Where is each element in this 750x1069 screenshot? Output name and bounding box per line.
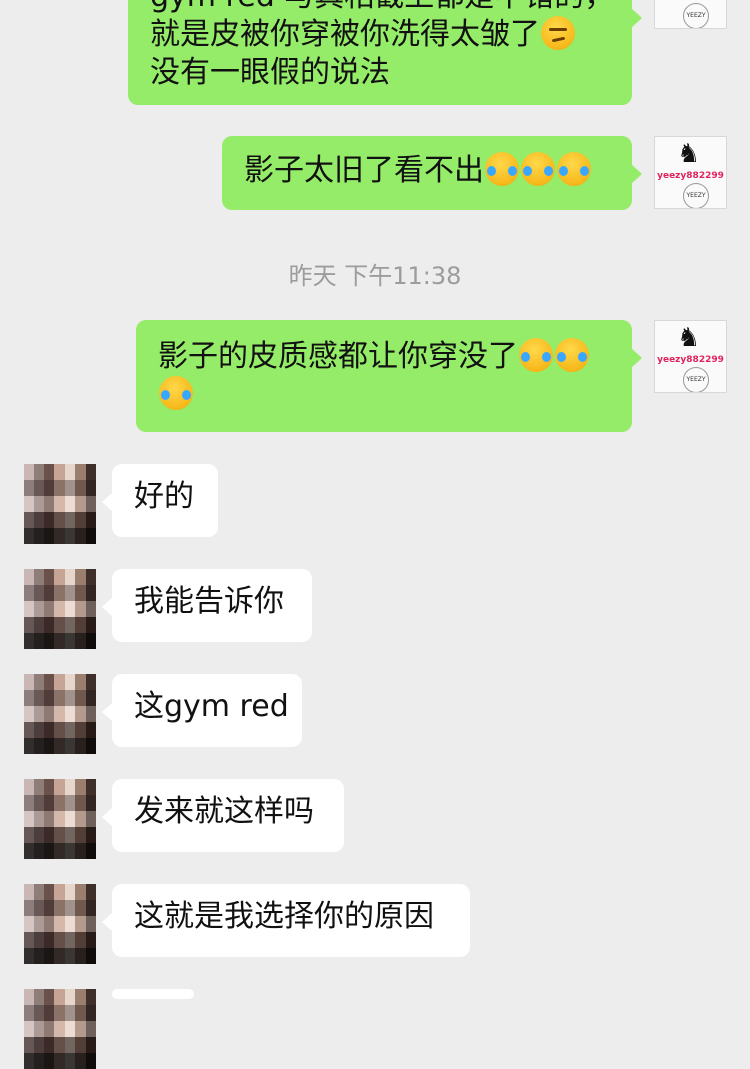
message-bubble-incoming[interactable]: 发来就这样吗 bbox=[102, 779, 344, 852]
message-text: 影子太旧了看不出 bbox=[244, 153, 484, 188]
smirking-face-icon bbox=[541, 16, 575, 50]
face-with-tears-of-joy-icon bbox=[521, 152, 555, 186]
message-text: 这就是我选择你的原因 bbox=[134, 899, 434, 934]
pixelated-cat-avatar-icon[interactable] bbox=[24, 674, 96, 754]
message-text: 发来就这样吗 bbox=[134, 794, 314, 829]
avatar-badge: YEEZY bbox=[683, 3, 709, 28]
message-text: 影子的皮质感都让你穿没了 bbox=[158, 339, 518, 374]
message-line bbox=[158, 376, 610, 414]
pixelated-cat-avatar-icon[interactable] bbox=[24, 464, 96, 544]
avatar-badge: YEEZY bbox=[683, 183, 709, 208]
avatar-handle: yeezy882299 bbox=[657, 171, 724, 181]
chat-timestamp: 昨天 下午11:38 bbox=[288, 262, 462, 290]
avatar-badge: YEEZY bbox=[683, 367, 709, 392]
message-line: 没有一眼假的说法 bbox=[150, 55, 390, 90]
message-bubble-outgoing[interactable]: gym red 与真相截上都是不错的， 就是皮被你穿被你洗得太皱了 没有一眼假的… bbox=[128, 0, 642, 105]
message-bubble-incoming[interactable]: 好的 bbox=[102, 464, 218, 537]
jumpman-yeezy-avatar-icon: ♞ bbox=[677, 323, 701, 353]
avatar-handle: yeezy882299 bbox=[657, 355, 724, 365]
message-bubble-incoming[interactable] bbox=[112, 989, 194, 999]
face-with-tears-of-joy-icon bbox=[555, 338, 589, 372]
message-bubble-outgoing[interactable]: 影子的皮质感都让你穿没了 bbox=[136, 320, 642, 432]
message-line: gym red 与真相截上都是不错的， bbox=[150, 0, 614, 16]
face-with-tears-of-joy-icon bbox=[557, 152, 591, 186]
pixelated-cat-avatar-icon[interactable] bbox=[24, 779, 96, 859]
avatar-handle: yeezy882299 bbox=[655, 0, 726, 1]
pixelated-cat-avatar-icon[interactable] bbox=[24, 569, 96, 649]
message-text: 我能告诉你 bbox=[134, 584, 284, 619]
message-text: 好的 bbox=[134, 479, 194, 514]
face-with-tears-of-joy-icon bbox=[519, 338, 553, 372]
message-line: 影子太旧了看不出 bbox=[244, 152, 610, 190]
face-with-tears-of-joy-icon bbox=[159, 376, 193, 410]
message-line: 就是皮被你穿被你洗得太皱了 bbox=[150, 16, 610, 54]
face-with-tears-of-joy-icon bbox=[485, 152, 519, 186]
message-bubble-incoming[interactable]: 这gym red bbox=[102, 674, 302, 747]
pixelated-cat-avatar-icon[interactable] bbox=[24, 989, 96, 1069]
self-avatar[interactable]: ♞ yeezy882299 YEEZY bbox=[654, 136, 727, 209]
jumpman-yeezy-avatar-icon: ♞ bbox=[677, 139, 701, 169]
self-avatar[interactable]: ♞ yeezy882299 YEEZY bbox=[654, 320, 727, 393]
message-text: 这gym red bbox=[134, 689, 289, 724]
self-avatar[interactable]: ♞ yeezy882299 YEEZY bbox=[654, 0, 727, 29]
message-bubble-incoming[interactable]: 我能告诉你 bbox=[102, 569, 312, 642]
message-line: 影子的皮质感都让你穿没了 bbox=[158, 338, 610, 376]
message-bubble-outgoing[interactable]: 影子太旧了看不出 bbox=[222, 136, 642, 210]
pixelated-cat-avatar-icon[interactable] bbox=[24, 884, 96, 964]
message-bubble-incoming[interactable]: 这就是我选择你的原因 bbox=[102, 884, 470, 957]
